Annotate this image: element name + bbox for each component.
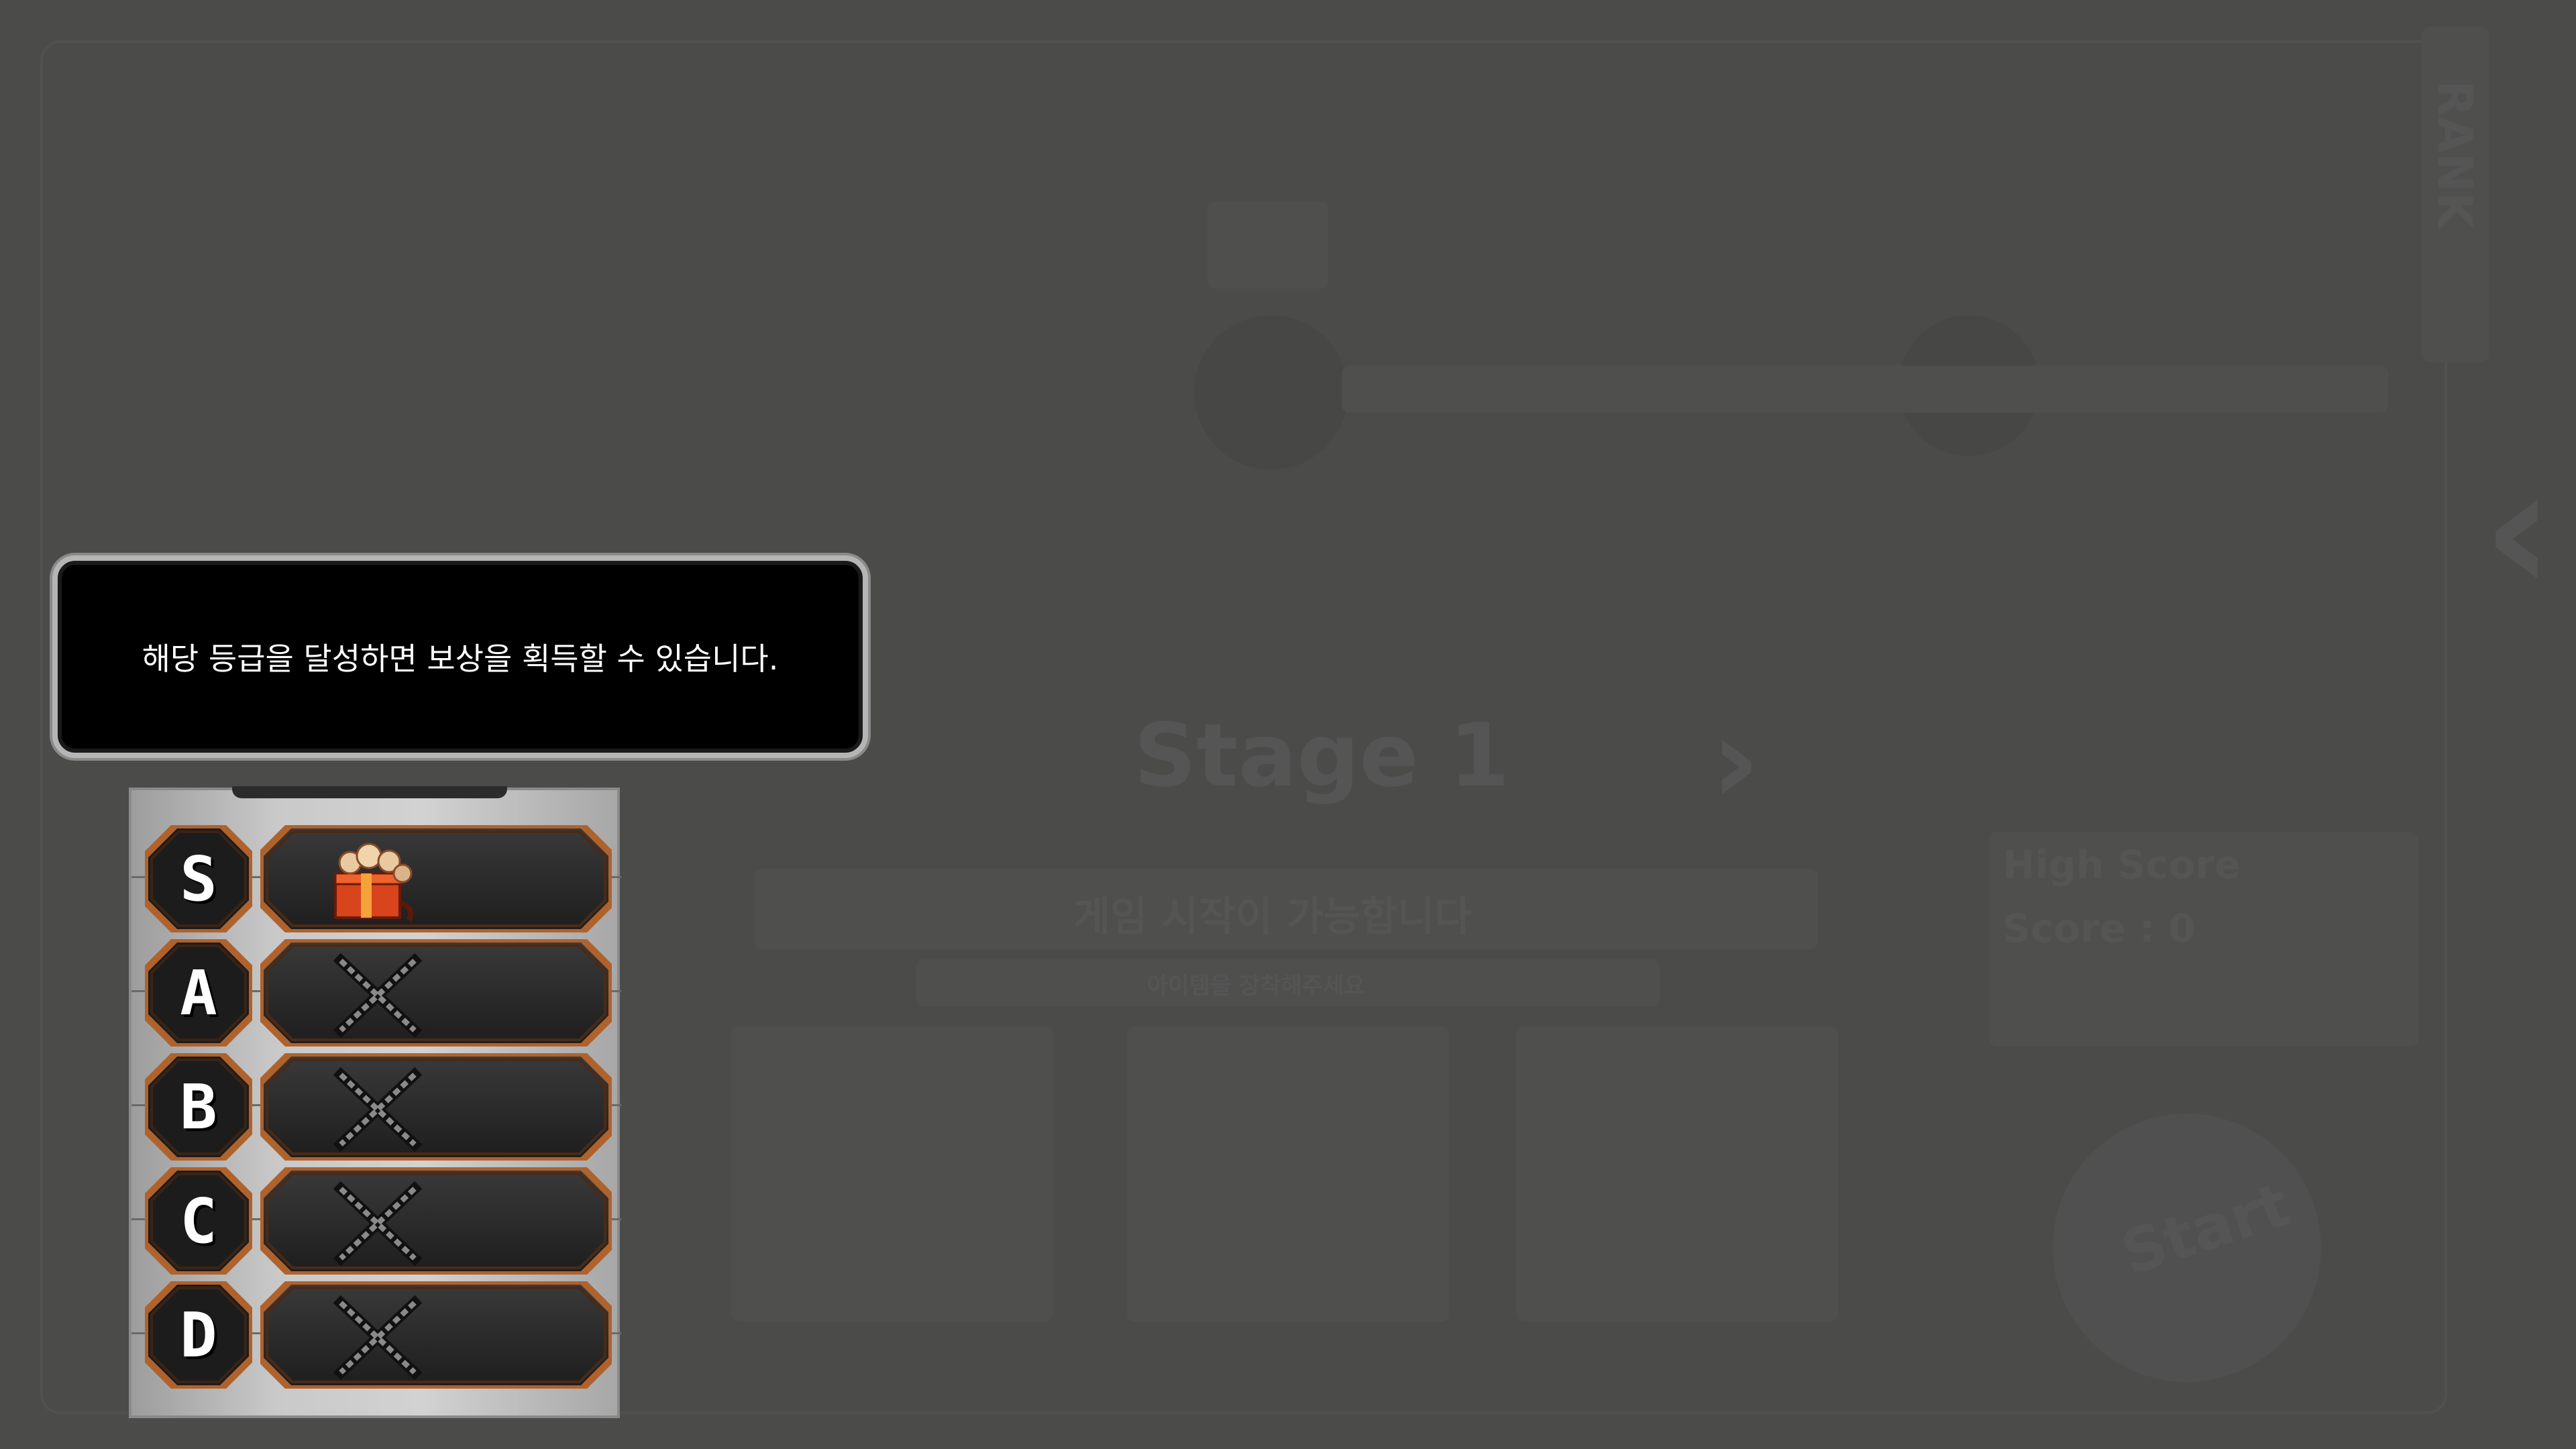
- collapse-arrow-icon[interactable]: ‹: [2482, 429, 2554, 632]
- grade-badge: D: [142, 1278, 256, 1392]
- grade-letter: B: [180, 1071, 217, 1143]
- progress-node-1: [1194, 315, 1348, 470]
- grade-reward-panel: S A B C D: [129, 786, 621, 1418]
- reward-slot: [257, 1050, 615, 1164]
- grade-badge: B: [142, 1050, 256, 1164]
- gift-box-icon: [327, 839, 428, 924]
- grade-badge: C: [142, 1164, 256, 1278]
- grade-letter: A: [180, 957, 217, 1029]
- stage-marker-icon: [1208, 201, 1328, 288]
- item-slot-1[interactable]: [731, 1026, 1053, 1322]
- reward-row-d: D: [131, 1278, 621, 1392]
- grade-letter: D: [180, 1299, 217, 1371]
- reward-row-c: C: [131, 1164, 621, 1278]
- status-text: 게임 시작이 가능합니다: [1073, 894, 1472, 941]
- grade-letter: C: [180, 1185, 217, 1257]
- high-score-label: High Score: [2002, 842, 2241, 888]
- locked-x-icon: [327, 1181, 428, 1267]
- grade-badge: A: [142, 936, 256, 1050]
- reward-slot: [257, 1278, 615, 1392]
- locked-x-icon: [327, 1295, 428, 1381]
- reward-slot: [257, 1164, 615, 1278]
- sub-status-text: 아이템을 장착해주세요: [1147, 973, 1365, 1000]
- reward-tooltip: 해당 등급을 달성하면 보상을 획득할 수 있습니다.: [52, 555, 868, 758]
- tooltip-message: 해당 등급을 달성하면 보상을 획득할 수 있습니다.: [142, 641, 779, 677]
- item-slot-3[interactable]: [1516, 1026, 1838, 1322]
- reward-slot: [257, 822, 615, 936]
- stage-title: Stage 1: [1134, 704, 1510, 806]
- score-text: Score : 0: [2002, 906, 2196, 951]
- reward-row-a: A: [131, 936, 621, 1050]
- grade-letter: S: [180, 843, 217, 915]
- reward-row-s: S: [131, 822, 621, 936]
- reward-row-b: B: [131, 1050, 621, 1164]
- progress-bar-track: [1342, 366, 2388, 413]
- locked-x-icon: [327, 953, 428, 1038]
- locked-x-icon: [327, 1067, 428, 1152]
- reward-slot: [257, 936, 615, 1050]
- item-slot-2[interactable]: [1127, 1026, 1449, 1322]
- side-tab-label: RANK: [2427, 80, 2482, 229]
- next-stage-arrow-icon[interactable]: ›: [1711, 691, 1760, 831]
- panel-notch: [232, 786, 507, 798]
- grade-badge: S: [142, 822, 256, 936]
